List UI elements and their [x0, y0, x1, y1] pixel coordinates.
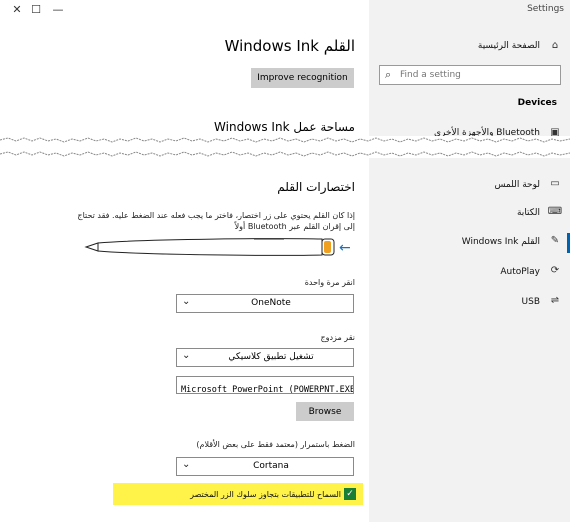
sidebar-item-typing[interactable]: الكتابة [517, 208, 540, 218]
chevron-down-icon: ⌄ [182, 296, 191, 307]
override-checkbox[interactable]: ✓ [344, 488, 356, 500]
touchpad-icon: ▭ [550, 178, 560, 189]
press-hold-label: الضغط باستمرار (معتمد فقط على بعض الأقلا… [196, 440, 355, 449]
sidebar-item-touchpad[interactable]: لوحة اللمس [494, 180, 540, 190]
workspace-heading: مساحة عمل Windows Ink [214, 120, 355, 134]
improve-recognition-button[interactable]: Improve recognition [251, 68, 354, 88]
app-path-field[interactable] [176, 376, 354, 398]
sidebar-item-home[interactable]: الصفحة الرئيسية [478, 41, 540, 51]
app-title: Settings [527, 4, 564, 14]
minimize-icon[interactable]: — [51, 3, 65, 17]
double-click-label: نقر مزدوج [320, 333, 355, 342]
arrow-left-icon: ← [339, 240, 351, 256]
sidebar-item-pen[interactable]: القلم Windows Ink [462, 237, 540, 247]
close-icon[interactable]: ✕ [10, 3, 24, 17]
content-pane: ✕ ☐ — القلم Windows Ink Improve recognit… [0, 0, 369, 522]
pen-icon: ✎ [550, 235, 560, 246]
usb-icon: ⇌ [550, 295, 560, 306]
double-click-value: تشغيل تطبيق كلاسيكي [228, 352, 314, 362]
page-title: القلم Windows Ink [224, 37, 355, 55]
press-hold-value: Cortana [253, 461, 289, 471]
search-input[interactable] [400, 66, 560, 84]
autoplay-icon: ⟳ [550, 265, 560, 276]
app-path-input[interactable] [177, 382, 353, 398]
chevron-down-icon: ⌄ [182, 350, 191, 361]
shortcuts-description: إذا كان القلم يحتوي على زر اختصار، فاختر… [77, 211, 355, 231]
single-click-label: انقر مرة واحدة [304, 278, 355, 287]
keyboard-icon: ⌨ [547, 206, 563, 217]
torn-edge-separator [0, 136, 570, 158]
sidebar-item-usb[interactable]: USB [522, 297, 540, 307]
sidebar-section-title: Devices [517, 98, 557, 108]
shortcuts-heading: اختصارات القلم [277, 180, 355, 194]
single-click-value: OneNote [251, 298, 291, 308]
search-icon: ⌕ [385, 68, 392, 81]
sidebar-item-autoplay[interactable]: AutoPlay [500, 267, 540, 277]
override-checkbox-label: السماح للتطبيقات بتجاوز سلوك الزر المختص… [190, 490, 341, 499]
maximize-icon[interactable]: ☐ [29, 3, 43, 17]
home-icon: ⌂ [551, 40, 559, 51]
pen-illustration [84, 238, 335, 256]
press-hold-dropdown[interactable]: ⌄ Cortana [176, 457, 354, 476]
double-click-dropdown[interactable]: ⌄ تشغيل تطبيق كلاسيكي [176, 348, 354, 367]
search-box[interactable]: ⌕ [379, 65, 561, 85]
chevron-down-icon: ⌄ [182, 459, 191, 470]
single-click-dropdown[interactable]: ⌄ OneNote [176, 294, 354, 313]
browse-button[interactable]: Browse [296, 402, 354, 421]
